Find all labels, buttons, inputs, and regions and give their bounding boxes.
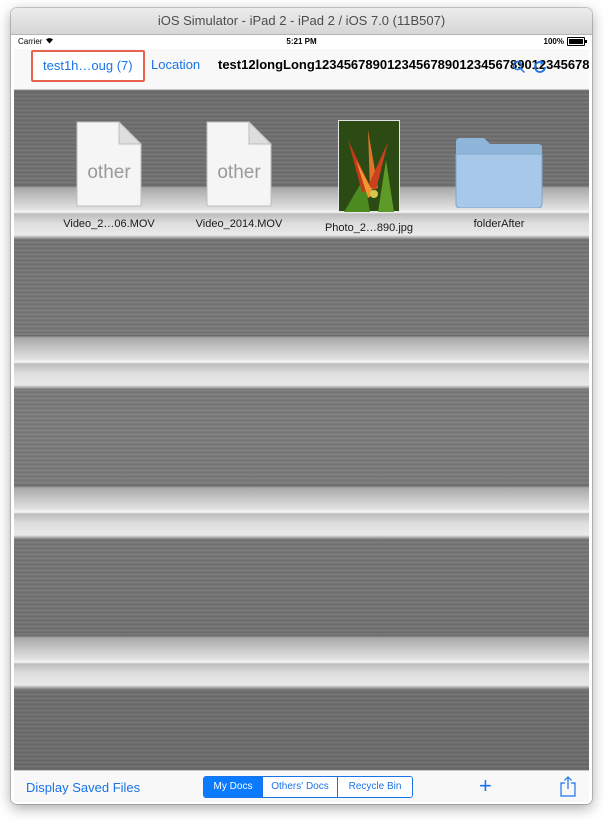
battery-indicator: 100% — [543, 37, 587, 46]
segment-my-docs[interactable]: My Docs — [204, 777, 262, 797]
ipad-screen: Carrier 5:21 PM 100% test1h…oug (7) Loca… — [14, 35, 589, 802]
navigation-bar: test1h…oug (7) Location test12longLong12… — [14, 49, 589, 90]
shelf-divider — [14, 335, 589, 390]
segment-recycle-bin[interactable]: Recycle Bin — [337, 777, 412, 797]
file-name: Photo_2…890.jpg — [324, 222, 414, 234]
file-item[interactable]: other Video_2014.MOV — [179, 120, 299, 230]
folder-name: folderAfter — [473, 218, 525, 230]
refresh-icon[interactable] — [532, 59, 548, 75]
share-icon[interactable] — [560, 776, 576, 797]
battery-icon — [567, 37, 587, 46]
status-time: 5:21 PM — [286, 37, 317, 46]
bottom-toolbar: Display Saved Files My Docs Others' Docs… — [14, 770, 589, 802]
file-item[interactable]: Photo_2…890.jpg — [309, 120, 429, 234]
status-bar: Carrier 5:21 PM 100% — [14, 35, 589, 49]
shelf-divider — [14, 485, 589, 540]
file-item[interactable]: other Video_2…06.MOV — [49, 120, 169, 230]
display-saved-files-button[interactable]: Display Saved Files — [26, 780, 140, 795]
file-name: Video_2014.MOV — [195, 218, 283, 230]
battery-percent: 100% — [543, 37, 564, 46]
simulator-window: iOS Simulator - iPad 2 - iPad 2 / iOS 7.… — [11, 8, 592, 804]
photo-thumbnail — [338, 120, 400, 212]
bookshelf-area: other Video_2…06.MOV other Video_2014.MO… — [14, 90, 589, 770]
shelf-divider — [14, 635, 589, 690]
document-icon: other — [76, 120, 143, 207]
folder-item[interactable]: folderAfter — [439, 120, 559, 230]
file-name: Video_2…06.MOV — [63, 218, 155, 230]
document-type-text: other — [87, 162, 131, 183]
segment-others-docs[interactable]: Others' Docs — [262, 777, 337, 797]
docs-segmented-control: My Docs Others' Docs Recycle Bin — [203, 776, 413, 798]
search-icon[interactable] — [512, 60, 526, 74]
document-type-text: other — [217, 162, 261, 183]
add-button[interactable]: + — [479, 773, 492, 799]
document-icon: other — [206, 120, 273, 207]
window-titlebar: iOS Simulator - iPad 2 - iPad 2 / iOS 7.… — [11, 8, 592, 35]
location-button[interactable]: Location — [151, 57, 200, 72]
back-button[interactable]: test1h…oug (7) — [31, 50, 145, 82]
folder-icon — [455, 138, 543, 208]
